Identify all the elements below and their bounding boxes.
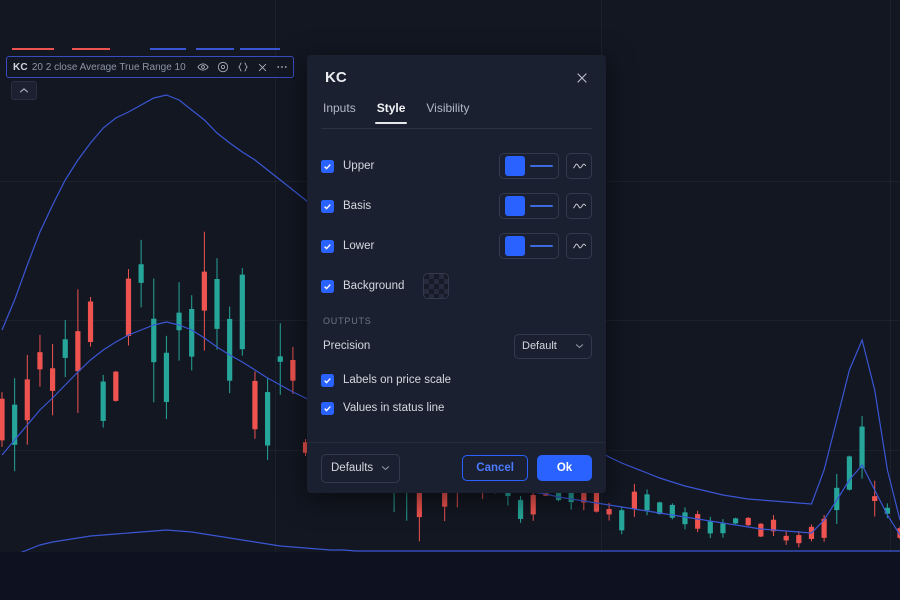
defaults-button[interactable]: Defaults: [321, 453, 401, 483]
lower-color-swatch[interactable]: [505, 236, 525, 256]
collapse-pane-button[interactable]: [11, 81, 37, 100]
precision-row: Precision Default: [321, 332, 592, 360]
values-in-status-line-row: Values in status line: [321, 394, 592, 422]
dialog-body: Upper Basis Lower Background OUTPUTS Pre…: [307, 129, 606, 442]
upper-color-picker[interactable]: [499, 153, 559, 179]
basis-color-picker[interactable]: [499, 193, 559, 219]
style-row-background: Background: [321, 266, 592, 306]
values-in-status-line-checkbox[interactable]: [321, 401, 334, 415]
chevron-down-icon: [575, 343, 584, 349]
dialog-title: KC: [325, 69, 347, 86]
background-checkbox[interactable]: [321, 279, 334, 293]
dialog-footer: Defaults Cancel Ok: [307, 442, 606, 493]
precision-label: Precision: [323, 340, 371, 352]
basis-line-style-button[interactable]: [566, 193, 592, 219]
more-options-icon[interactable]: [276, 61, 288, 73]
tab-visibility[interactable]: Visibility: [424, 100, 471, 124]
basis-line-preview: [530, 205, 553, 207]
legend-indicator-params: 20 2 close Average True Range 10: [31, 61, 186, 73]
upper-checkbox[interactable]: [321, 159, 334, 173]
style-row-upper: Upper: [321, 146, 592, 186]
dialog-tabs: Inputs Style Visibility: [307, 100, 606, 129]
upper-label: Upper: [343, 160, 375, 172]
lower-checkbox[interactable]: [321, 239, 334, 253]
source-code-icon[interactable]: [237, 61, 249, 73]
tab-style[interactable]: Style: [374, 100, 408, 124]
style-row-basis: Basis: [321, 186, 592, 226]
basis-label: Basis: [343, 200, 372, 212]
style-row-lower: Lower: [321, 226, 592, 266]
lower-line-style-button[interactable]: [566, 233, 592, 259]
basis-checkbox[interactable]: [321, 199, 334, 213]
app-root: KC 20 2 close Average True Range 10 KC I…: [0, 0, 900, 600]
dialog-header: KC: [307, 55, 606, 100]
lower-color-picker[interactable]: [499, 233, 559, 259]
background-color-swatch[interactable]: [423, 273, 450, 299]
precision-select[interactable]: Default: [514, 333, 592, 359]
upper-line-style-button[interactable]: [566, 153, 592, 179]
basis-color-swatch[interactable]: [505, 196, 525, 216]
lower-line-preview: [530, 245, 553, 247]
outputs-section-header: Outputs: [323, 316, 372, 326]
precision-value: Default: [522, 340, 557, 352]
ok-button[interactable]: Ok: [537, 455, 592, 481]
upper-line-preview: [530, 165, 553, 167]
lower-label: Lower: [343, 240, 375, 252]
tabs-divider: [321, 128, 592, 129]
upper-color-swatch[interactable]: [505, 156, 525, 176]
background-label: Background: [343, 280, 405, 292]
tab-inputs[interactable]: Inputs: [321, 100, 358, 124]
labels-on-price-scale-row: Labels on price scale: [321, 366, 592, 394]
labels-on-price-scale-checkbox[interactable]: [321, 373, 334, 387]
close-icon[interactable]: [257, 62, 268, 73]
indicator-settings-dialog: KC Inputs Style Visibility Upper Basis L…: [307, 55, 606, 493]
settings-icon[interactable]: [217, 61, 229, 73]
values-in-status-line-label: Values in status line: [343, 402, 445, 414]
labels-on-price-scale-label: Labels on price scale: [343, 374, 452, 386]
eye-icon[interactable]: [197, 61, 209, 73]
cancel-button[interactable]: Cancel: [462, 455, 528, 481]
legend-indicator-name: KC: [13, 61, 28, 73]
indicator-legend[interactable]: KC 20 2 close Average True Range 10: [6, 56, 294, 78]
close-icon[interactable]: [572, 68, 592, 88]
chevron-down-icon: [381, 465, 390, 471]
defaults-label: Defaults: [331, 462, 374, 474]
